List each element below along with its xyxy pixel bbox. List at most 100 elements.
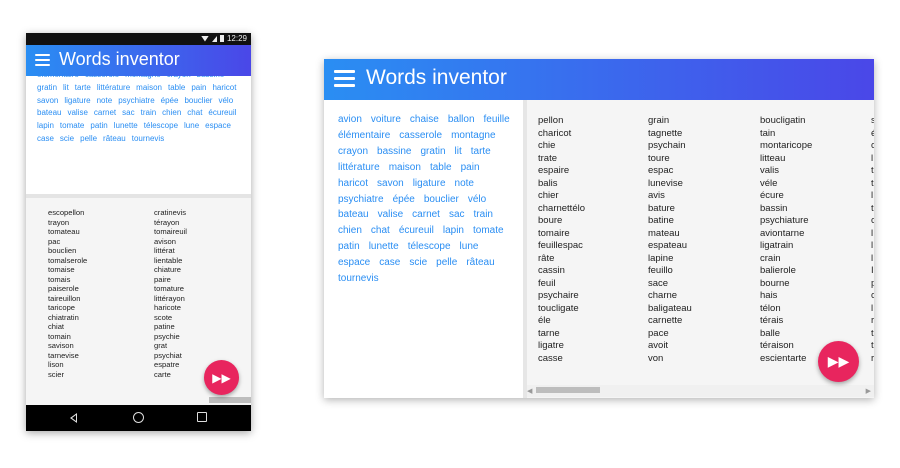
generated-word: lunevise: [648, 177, 683, 189]
status-bar: 12:29: [26, 33, 251, 45]
source-word: train: [473, 209, 493, 221]
generate-button[interactable]: ▶▶: [818, 341, 859, 382]
home-icon[interactable]: [133, 412, 144, 423]
source-word: ligature: [412, 177, 446, 189]
generated-word: t: [871, 327, 874, 339]
source-word: table: [167, 82, 186, 92]
phone-screen: 12:29 Words inventor élémentairecasserol…: [26, 33, 251, 431]
generate-button[interactable]: ▶▶: [204, 360, 239, 395]
generated-word: tain: [760, 127, 776, 139]
generated-word: c: [871, 290, 874, 301]
generated-word: tomaise: [48, 265, 75, 274]
source-word: bouclier: [423, 193, 459, 205]
generated-word: lientable: [154, 255, 183, 265]
generated-word: boucligatin: [760, 115, 806, 126]
source-word: savon: [377, 177, 404, 189]
source-word: montagne: [451, 129, 496, 141]
source-word: espace: [205, 121, 231, 131]
generated-word: espateau: [648, 240, 688, 251]
generated-word: psychiature: [760, 215, 809, 226]
source-word: case: [37, 133, 54, 143]
generated-word: taricope: [48, 303, 76, 312]
menu-icon[interactable]: [334, 70, 355, 87]
generated-word: bouclien: [48, 246, 77, 255]
source-word: tomate: [59, 121, 85, 131]
source-word: râteau: [103, 133, 126, 143]
source-word: lunette: [113, 121, 138, 131]
source-word: patin: [338, 241, 360, 253]
wifi-icon: [200, 35, 209, 42]
source-word: maison: [388, 161, 421, 173]
source-word: haricot: [212, 82, 237, 92]
source-word: bateau: [37, 108, 62, 118]
source-word: feuille: [483, 114, 510, 125]
generated-word: pac: [48, 236, 61, 246]
source-words-panel[interactable]: élémentairecasserolemontagnecrayonbassin…: [26, 76, 251, 194]
source-word-list: avion voiture chaise ballon feuille élémentai…: [338, 112, 520, 287]
generated-word: mateau: [648, 227, 680, 239]
navigation-bar: [26, 405, 251, 431]
generated-word: charne: [648, 290, 678, 301]
source-word: pain: [460, 161, 480, 173]
source-word: tournevis: [338, 273, 379, 285]
generated-word: hais: [760, 290, 778, 301]
source-words-panel[interactable]: avion voiture chaise ballon feuille élémentai…: [324, 100, 527, 398]
source-word: bouclier: [184, 95, 213, 105]
generated-word: psychain: [648, 140, 686, 151]
source-word: note: [96, 95, 113, 105]
source-word: espace: [338, 257, 371, 269]
generated-word: baligateau: [648, 302, 692, 314]
generated-word: chiat: [48, 322, 65, 331]
generated-word: lapine: [648, 252, 674, 264]
generated-word: c: [871, 215, 874, 226]
generated-word: espac: [648, 165, 674, 176]
generated-word: téraison: [760, 340, 794, 351]
source-word: carnet: [93, 108, 117, 118]
generated-word: feuillespac: [538, 240, 583, 251]
generated-word: paiserole: [48, 284, 79, 293]
source-word: râteau: [466, 257, 495, 269]
menu-icon[interactable]: [35, 54, 50, 66]
scroll-left-arrow-icon[interactable]: ◀: [527, 387, 532, 395]
source-word: table: [429, 161, 452, 173]
horizontal-scrollbar[interactable]: ◀ ▶: [527, 385, 874, 397]
source-word: sac: [122, 108, 135, 118]
back-icon[interactable]: [70, 413, 77, 423]
source-word: chien: [162, 108, 182, 118]
generated-word: escientarte: [760, 352, 807, 364]
generated-word: espatre: [154, 360, 180, 369]
generated-word: pace: [648, 327, 669, 339]
source-word: bateau: [338, 209, 369, 221]
scrollbar-thumb[interactable]: [536, 387, 600, 393]
generated-word: térayon: [154, 217, 180, 227]
generated-word: tarnevise: [48, 350, 79, 360]
source-word: gratin: [420, 145, 446, 157]
generated-word: avoit: [648, 340, 669, 351]
generated-word: paire: [154, 274, 171, 284]
generated-word: ligatre: [538, 340, 564, 351]
source-word: tournevis: [131, 133, 165, 143]
scroll-right-arrow-icon[interactable]: ▶: [866, 387, 871, 395]
source-word: vélo: [467, 193, 487, 205]
generated-word: p: [871, 277, 874, 289]
source-word: vélo: [218, 95, 234, 105]
generated-word: l: [871, 302, 874, 314]
generated-word: scier: [48, 369, 65, 379]
generated-word: aviontarne: [760, 227, 805, 239]
generated-word: I: [871, 265, 874, 276]
source-word: haricot: [338, 177, 369, 189]
generated-column: grain tagnette psychain toure espac lunevise a…: [648, 115, 692, 365]
recent-apps-icon[interactable]: [197, 412, 207, 422]
source-word: bassine: [377, 145, 412, 157]
generated-word: balis: [538, 177, 558, 189]
generated-word: tomais: [48, 274, 71, 284]
status-time: 12:29: [226, 34, 247, 43]
source-word: pelle: [436, 257, 458, 269]
generated-column: cratinevis térayon tomaireuil avison littéra…: [154, 208, 187, 379]
source-word: lapin: [442, 225, 464, 237]
generated-word: avison: [154, 236, 176, 246]
source-word: lune: [459, 241, 479, 253]
source-word: valise: [67, 108, 88, 118]
horizontal-scrollbar[interactable]: [209, 397, 251, 403]
source-word: voiture: [370, 114, 401, 125]
